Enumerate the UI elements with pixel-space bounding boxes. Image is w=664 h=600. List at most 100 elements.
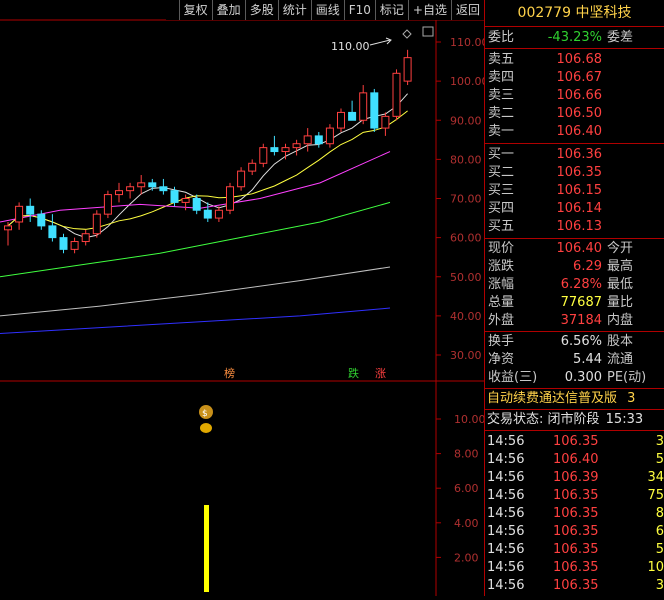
tick-time: 14:56: [487, 488, 525, 503]
tick-time: 14:56: [487, 506, 525, 521]
stats-button[interactable]: 统计: [277, 0, 311, 20]
buy-row-2: 买三 106.15: [485, 182, 664, 200]
tick-row: 14:56 106.35 6: [485, 523, 664, 541]
diamond-handle-icon[interactable]: [402, 29, 412, 39]
candle-body: [26, 205, 35, 215]
mark-button[interactable]: 标记: [374, 0, 408, 20]
multi-stock-button[interactable]: 多股: [244, 0, 278, 20]
price-axis-label: 110.00: [450, 36, 484, 49]
tick-vol: 34: [647, 470, 664, 485]
vol-axis-label: 6.00: [454, 482, 479, 495]
candle-body: [392, 72, 401, 117]
tick-price: 106.35: [553, 434, 599, 449]
candle-body: [237, 170, 246, 188]
fin-row-0-label2: 股本: [607, 334, 634, 349]
finance-stats: 换手 6.56% 股本 净资 5.44 流通 收益(三) 0.300 PE(动): [485, 332, 664, 389]
stat-row-4-label2: 内盘: [607, 313, 634, 328]
sell-orders: 卖五 106.68 卖四 106.67 卖三 106.66 卖二 106.50 卖一 106.40: [485, 49, 664, 144]
stat-row-3-label: 总量: [488, 295, 515, 310]
buy-row-4-label: 买五: [488, 219, 515, 234]
tick-vol: 6: [655, 524, 664, 539]
fin-row-1-label: 净资: [488, 352, 515, 367]
stat-row-0-label: 现价: [488, 241, 515, 256]
overlay-button[interactable]: 叠加: [211, 0, 245, 20]
sell-row-2-value: 106.66: [556, 88, 603, 103]
marker-bang: 榜: [224, 366, 235, 380]
candle-body: [4, 225, 12, 231]
candle-body: [137, 182, 146, 188]
candle-body: [270, 147, 279, 153]
price-stats: 现价 106.40 今开 涨跌 6.29 最高 涨幅 6.28% 最低 总量 77687 量比 外盘 37…: [485, 239, 664, 332]
stat-row-3-value: 77687: [560, 295, 602, 310]
back-button[interactable]: 返回: [450, 0, 484, 20]
kline-chart[interactable]: 110.00 100.00 90.00 80.00 70.00 60.00 50.00 40.…: [0, 0, 489, 596]
candle-body: [303, 135, 312, 145]
buy-row-1: 买二 106.35: [485, 164, 664, 182]
sell-row-0: 卖五 106.68: [485, 51, 664, 69]
tick-vol: 3: [655, 578, 664, 593]
tick-price: 106.35: [553, 488, 599, 503]
ad-row[interactable]: 自动续费通达信普及版 3: [485, 389, 664, 410]
kline-svg[interactable]: 110.00 100.00 90.00 80.00 70.00 60.00 50.00 40.…: [0, 0, 489, 596]
candle-body: [325, 127, 334, 145]
stat-row-0-label2: 今开: [607, 241, 634, 256]
sell-row-0-value: 106.68: [556, 52, 603, 67]
tick-row: 14:56 106.35 75: [485, 487, 664, 505]
candle-body: [126, 186, 135, 192]
tick-list[interactable]: 14:56 106.35 3 14:56 106.40 5 14:56 106.39 34 14:…: [485, 431, 664, 595]
sell-row-2: 卖三 106.66: [485, 87, 664, 105]
candle-body: [370, 92, 379, 129]
fin-row-1: 净资 5.44 流通: [485, 351, 664, 369]
price-axis-label: 50.00: [450, 271, 482, 284]
marker-die: 跌: [348, 366, 359, 380]
candle-body: [348, 111, 357, 121]
fin-row-2-value: 0.300: [564, 370, 602, 385]
stat-row-2-label: 涨幅: [488, 277, 515, 292]
volume-bar: [204, 505, 209, 592]
tick-vol: 8: [655, 506, 664, 521]
price-axis-label: 40.00: [450, 310, 482, 323]
tick-vol: 75: [647, 488, 664, 503]
f10-button[interactable]: F10: [343, 0, 375, 20]
draw-line-button[interactable]: 画线: [310, 0, 344, 20]
tick-price: 106.35: [553, 560, 599, 575]
candle-body: [314, 135, 323, 145]
buy-row-0: 买一 106.36: [485, 146, 664, 164]
buy-row-3-value: 106.14: [556, 201, 603, 216]
candle-body: [226, 186, 234, 211]
buy-row-0-value: 106.36: [556, 147, 603, 162]
sell-row-4: 卖一 106.40: [485, 123, 664, 141]
trade-status-row: 交易状态: 闭市阶段 15:33: [485, 410, 664, 431]
tick-vol: 10: [647, 560, 664, 575]
stat-row-3: 总量 77687 量比: [485, 294, 664, 312]
fuquan-button[interactable]: 复权: [178, 0, 212, 20]
candle-body: [203, 209, 212, 219]
ad-text[interactable]: 自动续费通达信普及版: [487, 391, 617, 406]
candle-body: [337, 111, 345, 129]
add-watchlist-button[interactable]: +自选: [407, 0, 451, 20]
stat-row-4: 外盘 37184 内盘: [485, 312, 664, 330]
buy-row-4: 买五 106.13: [485, 218, 664, 236]
tick-row: 14:56 106.35 3: [485, 433, 664, 451]
price-axis-label: 70.00: [450, 193, 482, 206]
svg-text:$: $: [202, 409, 208, 419]
trade-status-time: 15:33: [605, 412, 644, 427]
weibi-value: -43.23%: [547, 30, 602, 45]
candle-body: [115, 190, 123, 196]
stat-row-1-label2: 最高: [607, 259, 634, 274]
buy-row-3: 买四 106.14: [485, 200, 664, 218]
tick-row: 14:56 106.40 5: [485, 451, 664, 469]
stat-row-2-value: 6.28%: [560, 277, 602, 292]
buy-row-4-value: 106.13: [556, 219, 603, 234]
tick-row: 14:56 106.35 8: [485, 505, 664, 523]
buy-row-1-label: 买二: [488, 165, 515, 180]
vol-axis-label: 10.00: [454, 413, 484, 426]
tick-time: 14:56: [487, 434, 525, 449]
window-toggle-icon[interactable]: [422, 26, 434, 37]
price-axis-label: 60.00: [450, 232, 482, 245]
candle-body: [70, 241, 79, 250]
weibi-row: 委比 -43.23% 委差: [485, 27, 664, 49]
tick-price: 106.35: [553, 524, 599, 539]
tick-time: 14:56: [487, 542, 525, 557]
stat-row-1-label: 涨跌: [488, 259, 515, 274]
